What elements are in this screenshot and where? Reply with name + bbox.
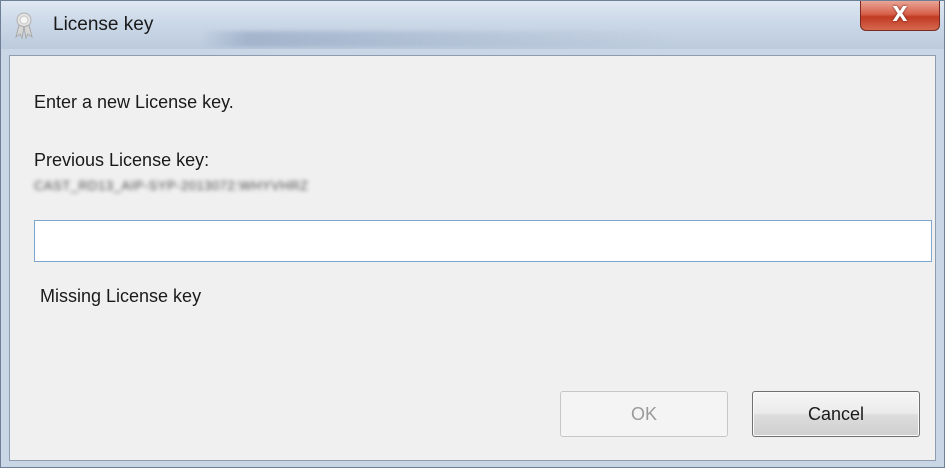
close-icon: X [892, 2, 908, 26]
previous-key-value: CAST_RD13_AIP-SYP-2013072:WHYVHRZ [34, 178, 309, 193]
window-title: License key [53, 14, 154, 35]
validation-message: Missing License key [40, 286, 202, 306]
background-window-blur [201, 31, 671, 47]
license-key-input[interactable] [34, 220, 932, 262]
license-key-dialog: License key X Enter a new License key. P… [0, 0, 945, 468]
previous-key-label: Previous License key: [34, 150, 210, 170]
close-button[interactable]: X [860, 1, 940, 31]
title-bar[interactable]: License key X [1, 1, 944, 49]
prompt-text: Enter a new License key. [34, 92, 234, 112]
ribbon-award-icon [15, 12, 33, 39]
cancel-button[interactable]: Cancel [752, 391, 920, 437]
dialog-body: Enter a new License key. Previous Licens… [9, 55, 936, 461]
ok-button[interactable]: OK [560, 391, 728, 437]
